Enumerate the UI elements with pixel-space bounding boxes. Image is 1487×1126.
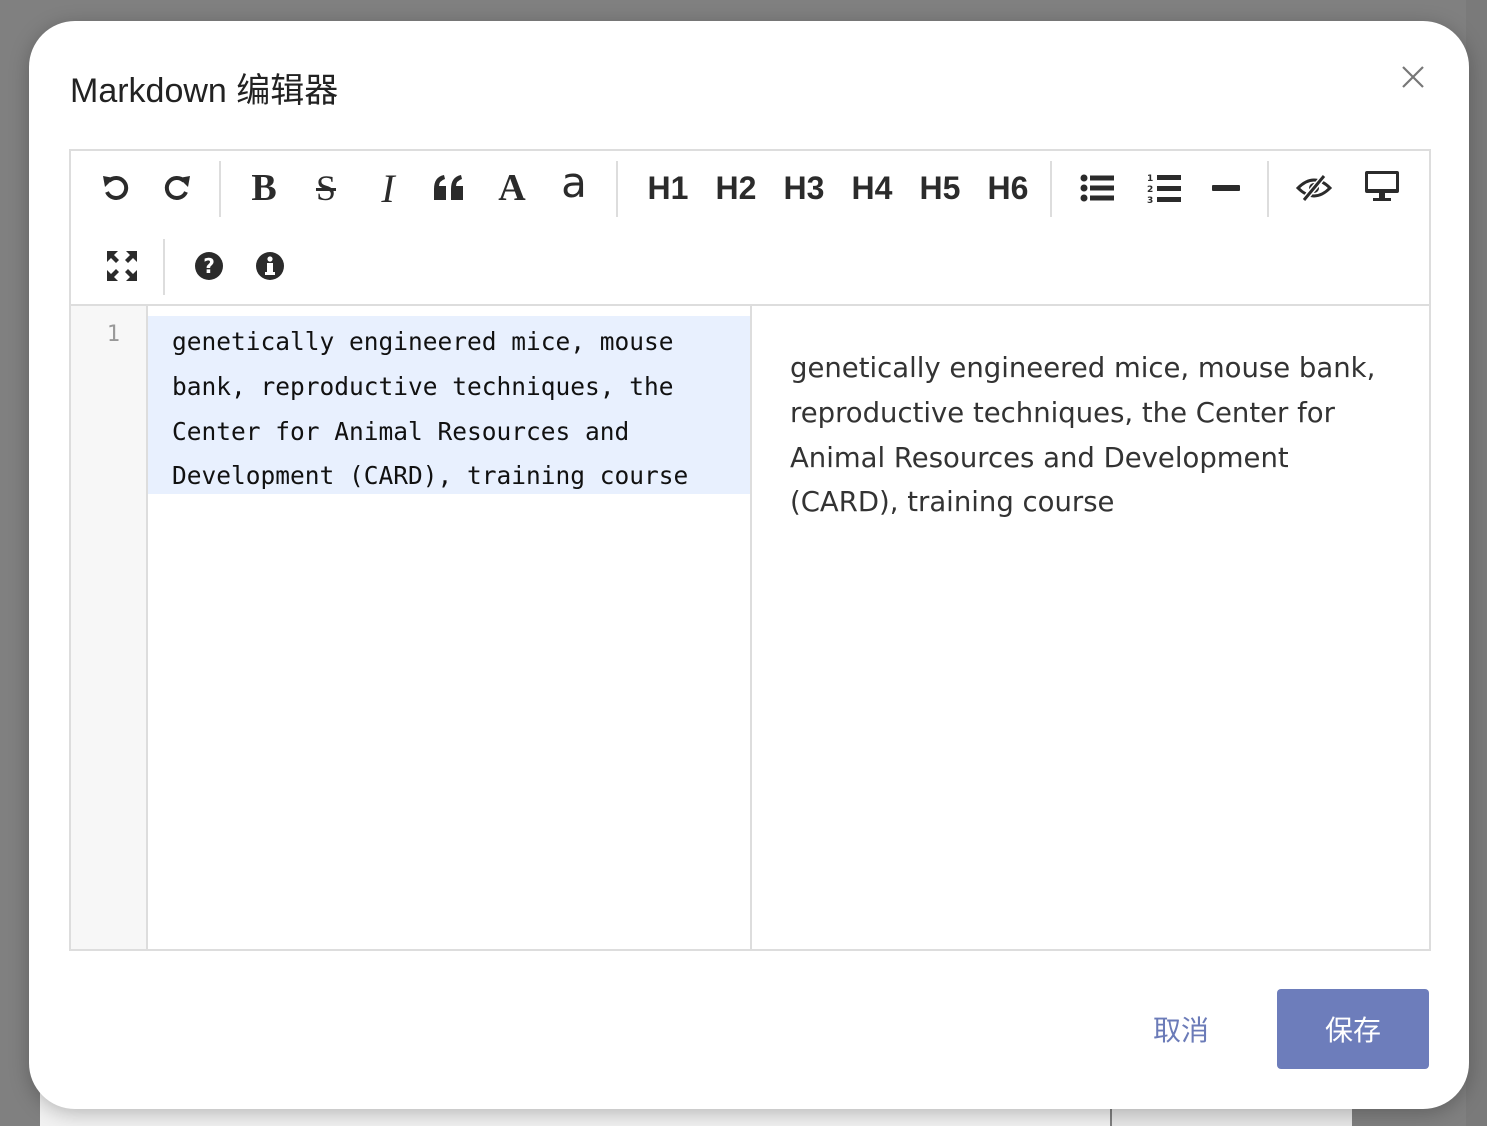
h1-label: H1 — [647, 169, 689, 206]
svg-text:?: ? — [203, 254, 215, 278]
lowercase-label: a — [561, 157, 587, 207]
strikethrough-button[interactable]: S — [301, 163, 351, 213]
horizontal-rule-icon — [1212, 185, 1240, 191]
markdown-editor: B S I A a H1 H2 H3 H4 H5 H6 1 2 3 ? 1 ge… — [69, 149, 1431, 951]
ordered-list-button[interactable]: 1 2 3 — [1139, 163, 1189, 213]
redo-button[interactable] — [152, 163, 202, 213]
svg-text:2: 2 — [1147, 185, 1153, 195]
help-button[interactable]: ? — [184, 241, 234, 291]
line-number-gutter: 1 — [71, 306, 148, 949]
toolbar-separator — [163, 239, 165, 295]
h2-label: H2 — [715, 169, 757, 206]
cancel-button[interactable]: 取消 — [1139, 989, 1223, 1069]
markdown-preview-pane: genetically engineered mice, mouse bank,… — [752, 306, 1429, 949]
h3-button[interactable]: H3 — [773, 163, 835, 213]
list-ul-icon — [1080, 174, 1114, 202]
eye-slash-icon — [1296, 174, 1332, 202]
list-ol-icon: 1 2 3 — [1147, 174, 1181, 204]
quote-button[interactable] — [424, 163, 474, 213]
markdown-source-pane[interactable]: genetically engineered mice, mouse bank,… — [148, 306, 752, 949]
h5-button[interactable]: H5 — [909, 163, 971, 213]
uppercase-label: A — [498, 167, 526, 209]
redo-icon — [164, 175, 190, 200]
close-icon — [1402, 66, 1424, 88]
h6-label: H6 — [987, 169, 1029, 206]
toolbar-separator — [1267, 161, 1269, 217]
editor-toolbar: B S I A a H1 H2 H3 H4 H5 H6 1 2 3 ? — [71, 151, 1429, 306]
lowercase-button[interactable]: a — [549, 157, 599, 207]
line-number: 1 — [106, 322, 120, 347]
h6-button[interactable]: H6 — [977, 163, 1039, 213]
undo-button[interactable] — [91, 163, 141, 213]
side-by-side-button[interactable] — [1357, 161, 1407, 211]
horizontal-rule-button[interactable] — [1201, 163, 1251, 213]
quote-icon — [434, 175, 463, 200]
bold-label: B — [251, 167, 277, 209]
h2-button[interactable]: H2 — [705, 163, 767, 213]
undo-icon — [103, 175, 129, 200]
uppercase-button[interactable]: A — [487, 163, 537, 213]
preview-paragraph: genetically engineered mice, mouse bank,… — [790, 352, 1376, 519]
background-scrollbar — [1466, 0, 1487, 1126]
close-button[interactable] — [1399, 63, 1427, 91]
fullscreen-button[interactable] — [97, 241, 147, 291]
dialog-title: Markdown 编辑器 — [70, 72, 339, 110]
strikethrough-label: S — [315, 168, 337, 208]
save-button[interactable]: 保存 — [1277, 989, 1429, 1069]
code-line[interactable]: genetically engineered mice, mouse bank,… — [148, 316, 750, 494]
desktop-icon — [1365, 171, 1399, 201]
toolbar-separator — [219, 161, 221, 217]
bold-button[interactable]: B — [239, 163, 289, 213]
toolbar-separator — [1050, 161, 1052, 217]
svg-text:3: 3 — [1147, 196, 1153, 204]
svg-text:1: 1 — [1147, 174, 1153, 184]
markdown-editor-dialog: Markdown 编辑器 B S I A a H1 H2 H3 H4 H5 H6… — [29, 21, 1469, 1109]
info-button[interactable] — [245, 241, 295, 291]
question-circle-icon: ? — [195, 252, 223, 280]
h4-label: H4 — [851, 169, 893, 206]
toolbar-separator — [616, 161, 618, 217]
h4-button[interactable]: H4 — [841, 163, 903, 213]
h3-label: H3 — [783, 169, 825, 206]
toggle-preview-button[interactable] — [1289, 163, 1339, 213]
h1-button[interactable]: H1 — [637, 163, 699, 213]
italic-button[interactable]: I — [363, 163, 413, 213]
unordered-list-button[interactable] — [1072, 163, 1122, 213]
h5-label: H5 — [919, 169, 961, 206]
italic-label: I — [381, 165, 395, 211]
expand-icon — [107, 251, 137, 281]
info-circle-icon — [256, 252, 284, 280]
